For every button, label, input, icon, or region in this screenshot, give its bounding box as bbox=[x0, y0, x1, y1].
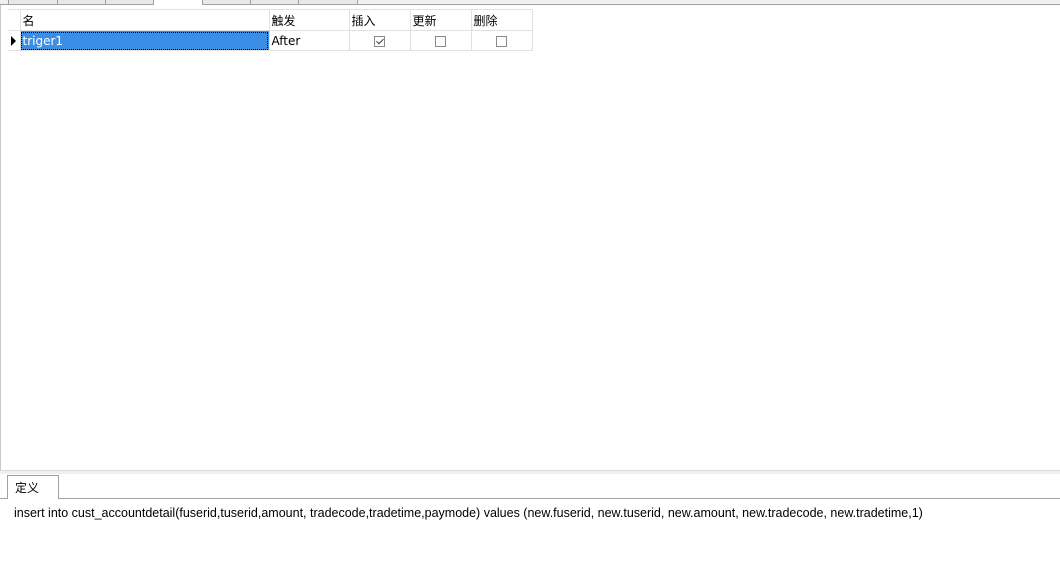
column-header-update[interactable]: 更新 bbox=[409, 9, 472, 31]
top-tab[interactable] bbox=[105, 0, 153, 4]
top-tab[interactable] bbox=[8, 0, 57, 4]
row-indicator[interactable] bbox=[8, 30, 21, 51]
update-cell bbox=[409, 30, 472, 51]
column-header-name[interactable]: 名 bbox=[19, 9, 270, 31]
column-header-delete[interactable]: 删除 bbox=[470, 9, 533, 31]
trigger-timing-cell[interactable]: After bbox=[268, 30, 350, 51]
definition-sql-editor[interactable]: insert into cust_accountdetail(fuserid,t… bbox=[14, 506, 1054, 520]
column-header-trigger[interactable]: 触发 bbox=[268, 9, 350, 31]
insert-cell bbox=[348, 30, 411, 51]
trigger-name-cell[interactable]: triger1 bbox=[19, 30, 270, 51]
definition-tab-bar: 定义 bbox=[0, 474, 1060, 499]
top-tab[interactable] bbox=[202, 0, 250, 4]
delete-cell bbox=[470, 30, 533, 51]
top-tab[interactable] bbox=[298, 0, 358, 4]
tab-definition[interactable]: 定义 bbox=[7, 475, 59, 499]
row-indicator-header bbox=[8, 9, 21, 31]
triggers-table: 名 触发 插入 更新 删除 triger1 After bbox=[8, 9, 533, 51]
table-header-row: 名 触发 插入 更新 删除 bbox=[8, 9, 533, 31]
current-row-arrow-icon bbox=[11, 36, 16, 46]
top-tab[interactable] bbox=[250, 0, 298, 4]
column-header-insert[interactable]: 插入 bbox=[348, 9, 411, 31]
insert-checkbox[interactable] bbox=[374, 35, 385, 47]
triggers-grid-area: 名 触发 插入 更新 删除 triger1 After bbox=[0, 5, 1060, 470]
update-checkbox[interactable] bbox=[435, 35, 446, 47]
table-row[interactable]: triger1 After bbox=[8, 30, 533, 51]
top-tab[interactable] bbox=[57, 0, 105, 4]
delete-checkbox[interactable] bbox=[496, 35, 507, 47]
definition-panel: 定义 insert into cust_accountdetail(fuseri… bbox=[0, 474, 1060, 566]
